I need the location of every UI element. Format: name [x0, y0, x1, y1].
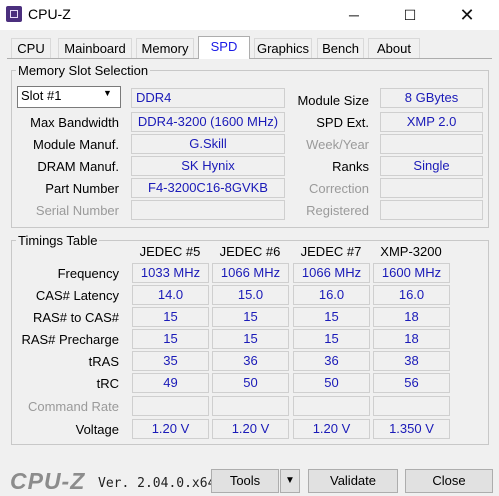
- part-number-value: F4-3200C16-8GVKB: [131, 178, 285, 198]
- correction-label: Correction: [309, 181, 369, 196]
- minimize-button[interactable]: ─: [331, 0, 377, 30]
- week-year-value: [380, 134, 483, 154]
- timing-value: [293, 396, 370, 416]
- tab-about[interactable]: About: [368, 38, 420, 58]
- timings-legend: Timings Table: [18, 233, 98, 248]
- module-size-label: Module Size: [297, 93, 369, 108]
- slot-dropdown-value: Slot #1: [21, 88, 62, 103]
- timings-row-label: RAS# to CAS#: [33, 310, 119, 325]
- timing-value: 36: [293, 351, 370, 371]
- correction-value: [380, 178, 483, 198]
- timings-row-label: tRC: [96, 376, 119, 391]
- tab-mainboard[interactable]: Mainboard: [58, 38, 132, 58]
- timing-value: 1.20 V: [212, 419, 289, 439]
- timings-row-label: Frequency: [57, 266, 119, 281]
- timing-value: [212, 396, 289, 416]
- timing-value: 49: [132, 373, 209, 393]
- cpuz-logo: CPU-Z: [10, 468, 86, 494]
- timings-col-header: JEDEC #5: [139, 244, 201, 259]
- timing-value: 16.0: [293, 285, 370, 305]
- timing-value: 15: [132, 307, 209, 327]
- timing-value: 1066 MHz: [293, 263, 370, 283]
- version-text: Ver. 2.04.0.x64: [98, 476, 216, 491]
- timing-value: 1066 MHz: [212, 263, 289, 283]
- timings-row-label: CAS# Latency: [35, 288, 119, 303]
- ranks-label: Ranks: [332, 159, 369, 174]
- timing-value: 35: [132, 351, 209, 371]
- timing-value: [132, 396, 209, 416]
- ranks-value: Single: [380, 156, 483, 176]
- serial-number-label: Serial Number: [35, 203, 119, 218]
- timings-row-label: Voltage: [75, 422, 119, 437]
- memory-slot-legend: Memory Slot Selection: [18, 63, 149, 78]
- validate-button[interactable]: Validate: [308, 469, 398, 493]
- registered-value: [380, 200, 483, 220]
- tab-bench[interactable]: Bench: [317, 38, 364, 58]
- timing-value: 18: [373, 329, 450, 349]
- timings-row-label: RAS# Precharge: [21, 332, 119, 347]
- timing-value: 15: [212, 329, 289, 349]
- timing-value: 15: [293, 307, 370, 327]
- timing-value: 50: [293, 373, 370, 393]
- timing-value: 16.0: [373, 285, 450, 305]
- timings-row-label: Command Rate: [27, 399, 119, 414]
- timing-value: 15: [132, 329, 209, 349]
- timing-value: 1.20 V: [132, 419, 209, 439]
- timing-value: 36: [212, 351, 289, 371]
- timings-row-label: tRAS: [88, 354, 119, 369]
- timing-value: 18: [373, 307, 450, 327]
- serial-number-value: [131, 200, 285, 220]
- timing-value: 56: [373, 373, 450, 393]
- timing-value: 38: [373, 351, 450, 371]
- cpuz-app-icon: [6, 6, 22, 22]
- tools-button[interactable]: Tools: [211, 469, 279, 493]
- spd-ext-label: SPD Ext.: [316, 115, 369, 130]
- timings-col-header: JEDEC #7: [300, 244, 362, 259]
- module-size-value: 8 GBytes: [380, 88, 483, 108]
- timing-value: 14.0: [132, 285, 209, 305]
- timings-col-header: XMP-3200: [380, 244, 442, 259]
- tab-memory[interactable]: Memory: [136, 38, 194, 58]
- max-bandwidth-label: Max Bandwidth: [30, 115, 119, 130]
- close-button[interactable]: Close: [405, 469, 493, 493]
- close-window-button[interactable]: ✕: [444, 0, 490, 30]
- timing-value: [373, 396, 450, 416]
- timing-value: 15.0: [212, 285, 289, 305]
- timing-value: 1.20 V: [293, 419, 370, 439]
- tools-dropdown-arrow-icon[interactable]: ▼: [280, 469, 300, 493]
- tab-graphics[interactable]: Graphics: [254, 38, 312, 58]
- timing-value: 1600 MHz: [373, 263, 450, 283]
- window-title: CPU-Z: [28, 6, 71, 22]
- maximize-button[interactable]: ☐: [387, 0, 433, 30]
- timing-value: 15: [293, 329, 370, 349]
- tab-cpu[interactable]: CPU: [11, 38, 51, 58]
- registered-label: Registered: [306, 203, 369, 218]
- max-bandwidth-value: DDR4-3200 (1600 MHz): [131, 112, 285, 132]
- timing-value: 50: [212, 373, 289, 393]
- timing-value: 1033 MHz: [132, 263, 209, 283]
- dram-manuf-value: SK Hynix: [131, 156, 285, 176]
- tab-spd[interactable]: SPD: [198, 36, 250, 59]
- chevron-down-icon[interactable]: ▼: [103, 88, 112, 98]
- module-manuf-label: Module Manuf.: [33, 137, 119, 152]
- timing-value: 1.350 V: [373, 419, 450, 439]
- module-manuf-value: G.Skill: [131, 134, 285, 154]
- week-year-label: Week/Year: [306, 137, 369, 152]
- timings-col-header: JEDEC #6: [219, 244, 281, 259]
- part-number-label: Part Number: [45, 181, 119, 196]
- memory-type-value: DDR4: [131, 88, 285, 108]
- spd-ext-value: XMP 2.0: [380, 112, 483, 132]
- timing-value: 15: [212, 307, 289, 327]
- dram-manuf-label: DRAM Manuf.: [37, 159, 119, 174]
